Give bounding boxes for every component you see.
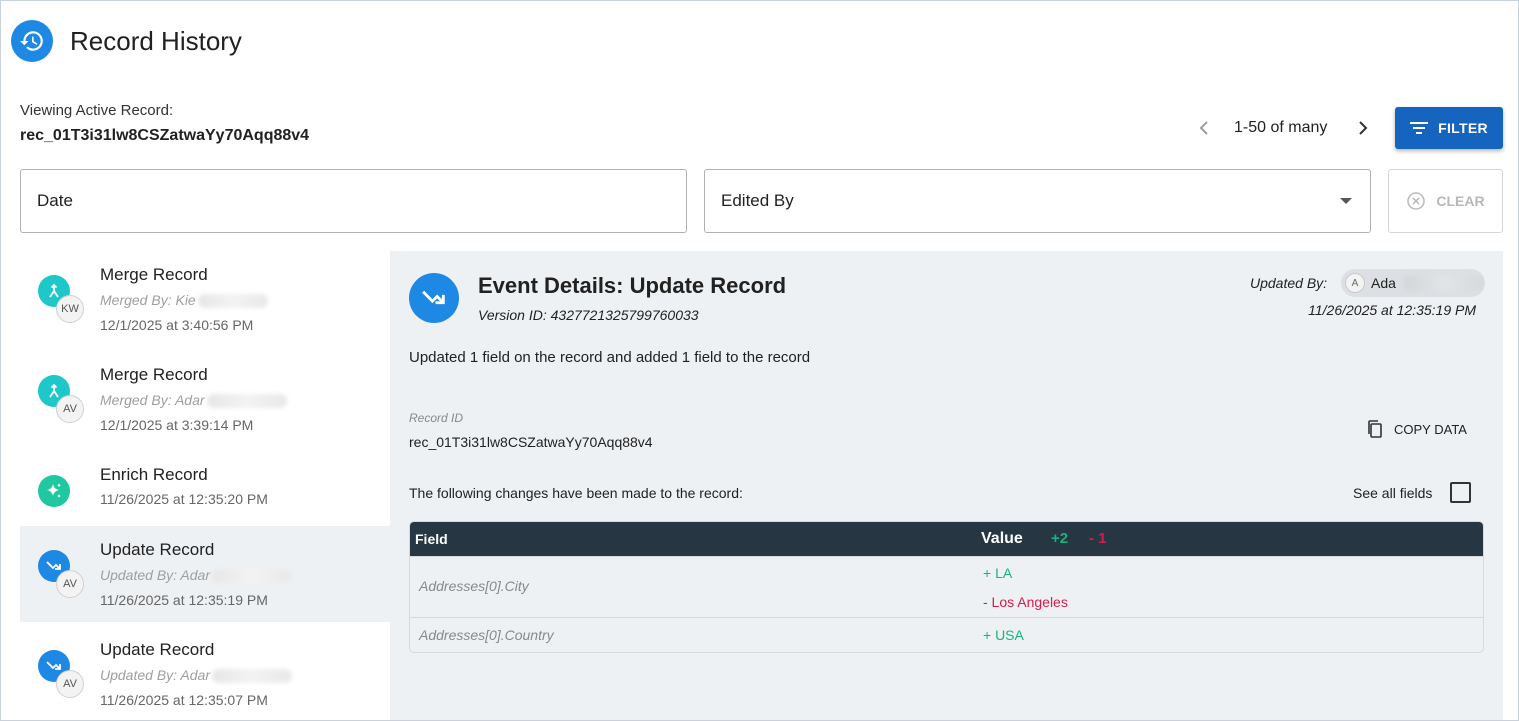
date-filter-label: Date xyxy=(37,191,73,210)
row-field: Addresses[0].Country xyxy=(419,627,554,643)
avatar: A xyxy=(1345,273,1365,293)
row-removed-value: - Los Angeles xyxy=(983,594,1068,610)
copy-data-label: COPY DATA xyxy=(1394,421,1467,437)
pager-range-text: 1-50 of many xyxy=(1234,119,1328,136)
chevron-left-icon xyxy=(1199,121,1208,135)
history-item-by-text: Merged By: Kie xyxy=(100,292,196,308)
avatar: AV xyxy=(56,670,84,698)
row-added-value: + USA xyxy=(983,627,1024,643)
history-item-date: 11/26/2025 at 12:35:07 PM xyxy=(100,692,268,708)
copy-data-button[interactable]: COPY DATA xyxy=(1366,419,1467,439)
clear-button-label: CLEAR xyxy=(1436,193,1485,209)
history-item-title: Merge Record xyxy=(100,265,208,284)
caret-down-icon xyxy=(1340,198,1352,204)
filter-icon xyxy=(1410,122,1429,134)
history-item-merge-1[interactable]: KW Merge Record Merged By: Kie 12/1/2025… xyxy=(20,251,390,347)
history-item-by-text: Updated By: Adar xyxy=(100,667,210,683)
history-item-update-selected[interactable]: AV Update Record Updated By: Adar 11/26/… xyxy=(20,526,390,622)
sparkle-icon xyxy=(38,475,70,507)
clear-button[interactable]: CLEAR xyxy=(1388,169,1503,233)
event-date: 11/26/2025 at 12:35:19 PM xyxy=(1308,302,1476,318)
history-item-by: Merged By: Kie xyxy=(100,292,268,309)
history-item-by: Updated By: Adar xyxy=(100,567,292,584)
history-item-by-text: Updated By: Adar xyxy=(100,567,210,583)
page-title: Record History xyxy=(70,26,242,56)
clear-circle-icon xyxy=(1407,192,1426,210)
viewing-record-label: Viewing Active Record: xyxy=(20,102,174,119)
avatar: AV xyxy=(56,395,84,423)
changes-table: Field Value +2 - 1 Addresses[0].City + L… xyxy=(409,521,1484,653)
edited-by-label: Edited By xyxy=(721,191,794,210)
row-field: Addresses[0].City xyxy=(419,578,529,594)
history-item-update[interactable]: AV Update Record Updated By: Adar 11/26/… xyxy=(20,626,390,720)
history-item-by: Merged By: Adar xyxy=(100,392,287,409)
table-row: Addresses[0].Country + USA xyxy=(410,617,1483,652)
changes-label: The following changes have been made to … xyxy=(409,485,743,501)
column-header-field: Field xyxy=(415,531,448,547)
history-item-by: Updated By: Adar xyxy=(100,667,292,684)
history-item-date: 11/26/2025 at 12:35:19 PM xyxy=(100,592,268,608)
history-item-title: Enrich Record xyxy=(100,465,208,484)
history-item-title: Merge Record xyxy=(100,365,208,384)
event-details-panel: Event Details: Update Record Version ID:… xyxy=(390,251,1503,720)
record-history-page: Record History Viewing Active Record: re… xyxy=(0,0,1519,721)
history-list: KW Merge Record Merged By: Kie 12/1/2025… xyxy=(20,251,390,720)
see-all-fields-label: See all fields xyxy=(1353,485,1433,501)
avatar: KW xyxy=(56,295,84,323)
pager-prev-button[interactable] xyxy=(1192,115,1216,141)
updated-by-name: Ada xyxy=(1371,275,1396,291)
record-id-value: rec_01T3i31lw8CSZatwaYy70Aqq88v4 xyxy=(409,434,653,450)
history-item-title: Update Record xyxy=(100,640,215,659)
copy-icon xyxy=(1368,420,1382,438)
row-added-value: + LA xyxy=(983,565,1013,581)
updated-by-label: Updated By: xyxy=(1250,275,1328,291)
history-item-by-text: Merged By: Adar xyxy=(100,392,205,408)
changes-table-header: Field Value +2 - 1 xyxy=(410,522,1483,556)
see-all-fields-checkbox[interactable] xyxy=(1450,482,1471,503)
filter-button-label: FILTER xyxy=(1438,120,1488,136)
history-item-title: Update Record xyxy=(100,540,215,559)
history-item-date: 12/1/2025 at 3:39:14 PM xyxy=(100,417,254,433)
history-icon xyxy=(11,20,53,62)
date-filter-field[interactable]: Date xyxy=(20,169,687,233)
chevron-right-icon xyxy=(1359,121,1368,135)
filter-button[interactable]: FILTER xyxy=(1395,107,1503,149)
added-count: +2 xyxy=(1051,530,1069,547)
update-arrow-icon xyxy=(409,273,459,323)
history-item-date: 12/1/2025 at 3:40:56 PM xyxy=(100,317,254,333)
edited-by-select[interactable]: Edited By xyxy=(704,169,1371,233)
removed-count: - 1 xyxy=(1089,530,1107,547)
record-id-label: Record ID xyxy=(409,411,464,425)
version-id: Version ID: 4327721325799760033 xyxy=(478,307,699,323)
column-header-value: Value xyxy=(981,530,1023,547)
updated-by-chip[interactable]: A Ada xyxy=(1341,269,1485,297)
history-item-date: 11/26/2025 at 12:35:20 PM xyxy=(100,491,268,507)
table-row: Addresses[0].City + LA - Los Angeles xyxy=(410,556,1483,617)
pager-next-button[interactable] xyxy=(1351,115,1375,141)
event-details-title: Event Details: Update Record xyxy=(478,273,787,298)
history-item-merge-2[interactable]: AV Merge Record Merged By: Adar 12/1/202… xyxy=(20,351,390,447)
event-summary: Updated 1 field on the record and added … xyxy=(409,349,811,366)
avatar: AV xyxy=(56,570,84,598)
viewing-record-id: rec_01T3i31lw8CSZatwaYy70Aqq88v4 xyxy=(20,127,310,144)
